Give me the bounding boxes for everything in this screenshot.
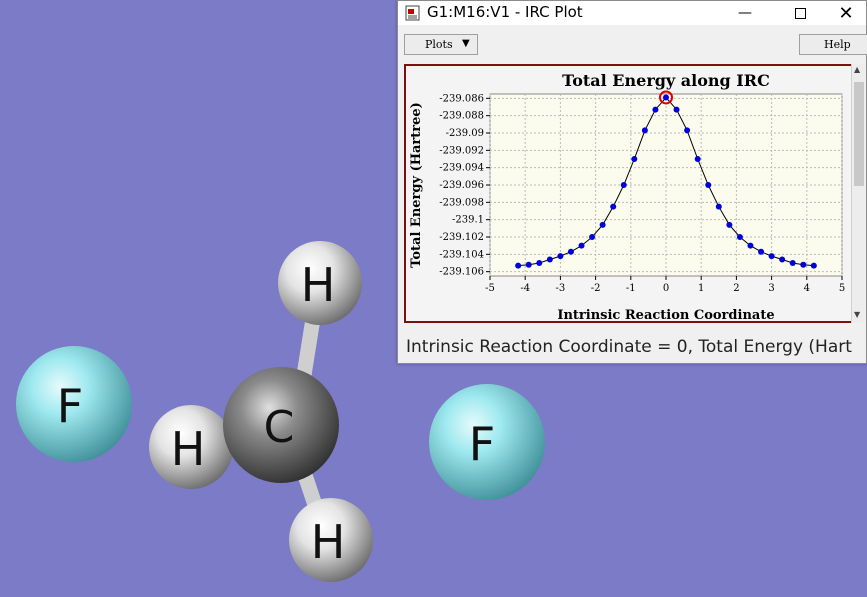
- irc-plot-window[interactable]: G1:M16:V1 - IRC Plot — ✕ Plots ▼ Help -2…: [397, 0, 867, 364]
- x-axis-label: Intrinsic Reaction Coordinate: [557, 308, 774, 321]
- data-point: [631, 156, 638, 162]
- data-point: [673, 106, 680, 113]
- data-point: [684, 127, 691, 134]
- atom-fluorine-left[interactable]: F: [16, 346, 132, 462]
- data-point: [610, 203, 617, 210]
- y-tick-label: -239.092: [439, 145, 484, 156]
- app-icon: [405, 5, 420, 21]
- data-point: [546, 256, 553, 263]
- irc-chart[interactable]: -239.086 -239.088 -239.09 -239.092 -239.094 -…: [406, 66, 853, 321]
- atom-label: F: [469, 417, 495, 471]
- data-point: [641, 127, 648, 134]
- data-point: [726, 221, 733, 228]
- atom-hydrogen-bottom[interactable]: H: [289, 498, 373, 582]
- scroll-thumb[interactable]: [854, 82, 864, 186]
- close-icon: ✕: [838, 2, 854, 24]
- x-tick-label: 0: [663, 283, 669, 294]
- data-point: [810, 262, 817, 269]
- x-tick-label: -3: [556, 283, 566, 294]
- vertical-scrollbar[interactable]: ▲ ▼: [851, 64, 865, 323]
- y-tick-label: -239.094: [439, 163, 484, 174]
- y-tick-label: -239.1: [452, 215, 484, 226]
- y-axis-label: Total Energy (Hartree): [409, 102, 424, 268]
- dropdown-arrow-icon: ▼: [462, 38, 470, 49]
- scroll-up-icon[interactable]: ▲: [854, 65, 860, 74]
- plot-frame[interactable]: -239.086 -239.088 -239.09 -239.092 -239.094 -…: [404, 64, 855, 323]
- atom-carbon[interactable]: C: [223, 367, 339, 483]
- y-tick-label: -239.104: [439, 249, 484, 260]
- plots-label: Plots: [425, 38, 453, 51]
- atom-label: C: [264, 402, 295, 453]
- chart-title: Total Energy along IRC: [562, 71, 770, 90]
- window-title: G1:M16:V1 - IRC Plot: [427, 3, 583, 21]
- x-tick-label: 2: [733, 283, 739, 294]
- y-tick-label: -239.098: [439, 197, 484, 208]
- data-point: [736, 234, 743, 240]
- data-point: [705, 182, 712, 188]
- data-point: [652, 106, 659, 113]
- data-point: [768, 253, 775, 260]
- data-point: [694, 156, 701, 162]
- data-point: [599, 221, 606, 228]
- atom-hydrogen-top[interactable]: H: [278, 241, 362, 325]
- y-tick-label: -239.086: [439, 93, 484, 104]
- data-point: [525, 261, 532, 268]
- data-point: [567, 248, 574, 255]
- data-point: [578, 242, 585, 249]
- y-ticks: -239.086 -239.088 -239.09 -239.092 -239.094 -…: [439, 93, 490, 278]
- data-point: [536, 260, 543, 266]
- data-point: [779, 256, 786, 263]
- minimize-icon: —: [738, 5, 752, 21]
- data-point: [557, 253, 564, 260]
- help-button[interactable]: Help: [799, 34, 867, 55]
- y-tick-label: -239.102: [439, 232, 484, 243]
- atom-label: H: [311, 515, 346, 569]
- data-point: [663, 94, 669, 101]
- data-point: [789, 260, 796, 266]
- x-tick-label: 3: [768, 283, 774, 294]
- x-tick-label: -5: [485, 283, 495, 294]
- x-tick-label: -1: [626, 283, 636, 294]
- data-point: [515, 262, 522, 269]
- status-bar: Intrinsic Reaction Coordinate = 0, Total…: [406, 337, 853, 357]
- x-tick-label: -4: [520, 283, 530, 294]
- x-tick-label: 4: [804, 283, 810, 294]
- atom-label: F: [57, 379, 83, 433]
- y-tick-label: -239.088: [439, 111, 484, 122]
- data-point: [747, 242, 754, 249]
- maximize-icon: [794, 7, 806, 19]
- y-tick-label: -239.09: [446, 128, 484, 139]
- x-tick-label: 1: [698, 283, 704, 294]
- atom-label: H: [171, 422, 206, 476]
- data-point: [620, 182, 627, 188]
- y-tick-label: -239.096: [439, 180, 484, 191]
- data-point: [758, 248, 765, 255]
- data-point: [800, 261, 807, 268]
- close-button[interactable]: ✕: [823, 1, 867, 25]
- help-label: Help: [824, 38, 851, 51]
- maximize-button[interactable]: [777, 1, 823, 25]
- atom-hydrogen-left[interactable]: H: [149, 405, 233, 489]
- title-bar[interactable]: G1:M16:V1 - IRC Plot — ✕: [398, 1, 866, 25]
- x-tick-label: 5: [839, 283, 845, 294]
- toolbar: Plots ▼ Help: [398, 29, 867, 61]
- data-point: [589, 234, 596, 240]
- atom-label: H: [301, 258, 336, 312]
- x-ticks: -5 -4 -3 -2 -1 0 1 2 3 4 5: [485, 276, 845, 294]
- minimize-button[interactable]: —: [722, 1, 768, 25]
- y-tick-label: -239.106: [439, 267, 484, 278]
- plots-menu-button[interactable]: Plots ▼: [404, 34, 478, 55]
- data-point: [715, 203, 722, 210]
- atom-fluorine-right[interactable]: F: [429, 384, 545, 500]
- x-tick-label: -2: [591, 283, 601, 294]
- scroll-down-icon[interactable]: ▼: [854, 310, 860, 319]
